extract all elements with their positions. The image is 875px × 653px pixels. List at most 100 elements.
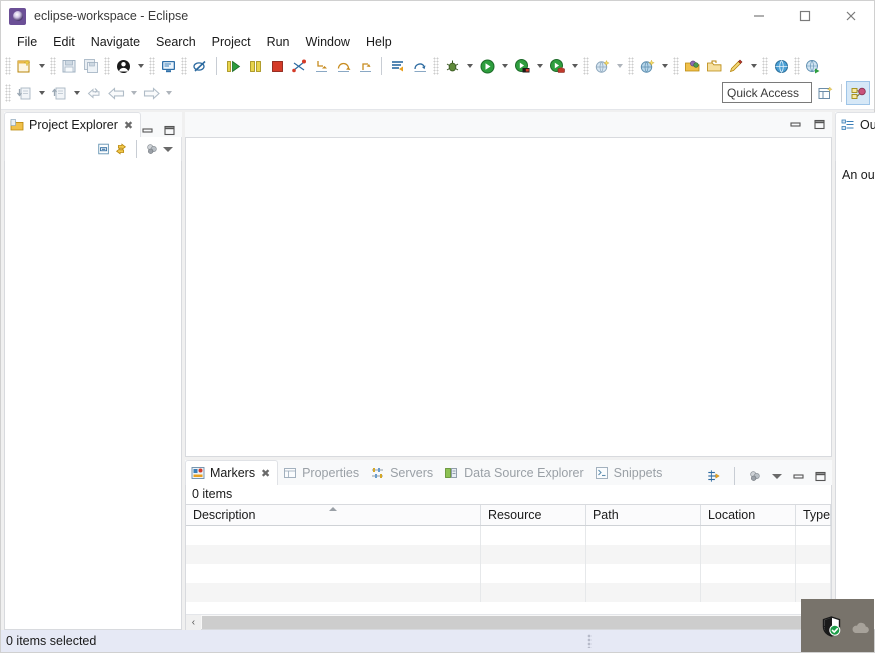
new-wizard-icon[interactable] (13, 55, 35, 77)
toolbar-grip-7[interactable] (583, 57, 589, 75)
skip-breakpoints-icon[interactable] (189, 55, 211, 77)
scrollbar-thumb[interactable] (201, 615, 831, 629)
editor-maximize-icon[interactable] (812, 118, 826, 132)
toolbar-grip-9[interactable] (673, 57, 679, 75)
toolbar-grip-11[interactable] (794, 57, 800, 75)
view-menu-icon[interactable] (162, 143, 175, 156)
toggle-annotation-icon[interactable] (725, 55, 747, 77)
minimize-icon[interactable] (791, 469, 805, 483)
new-dynamic-web-dropdown-arrow[interactable] (658, 55, 671, 77)
menu-file[interactable]: File (9, 33, 45, 51)
project-explorer-tree[interactable] (4, 161, 182, 630)
menu-navigate[interactable]: Navigate (83, 33, 148, 51)
forward-dropdown-arrow[interactable] (162, 82, 175, 104)
table-row[interactable] (185, 545, 832, 564)
toolbar-grip[interactable] (5, 57, 11, 75)
menu-search[interactable]: Search (148, 33, 204, 51)
tab-outline[interactable]: Ou... ✖ (835, 112, 875, 137)
column-header-path[interactable]: Path (586, 505, 701, 525)
maximize-icon[interactable] (163, 123, 177, 137)
close-icon[interactable]: ✖ (123, 120, 134, 132)
toolbar-grip-6[interactable] (433, 57, 439, 75)
open-console-icon[interactable] (157, 55, 179, 77)
menu-project[interactable]: Project (204, 33, 259, 51)
annotation-dropdown-arrow[interactable] (747, 55, 760, 77)
table-row[interactable] (186, 526, 832, 545)
step-over-icon[interactable] (332, 55, 354, 77)
maximize-window-button[interactable] (782, 1, 828, 31)
quick-access-input[interactable]: Quick Access (722, 82, 812, 103)
editor-canvas[interactable] (184, 137, 833, 457)
minimize-icon[interactable] (141, 123, 155, 137)
suspend-icon[interactable] (244, 55, 266, 77)
back-dropdown-arrow[interactable] (127, 82, 140, 104)
group-by-icon[interactable] (707, 469, 721, 483)
debug-icon[interactable] (441, 55, 463, 77)
step-into-icon[interactable] (310, 55, 332, 77)
profile-icon[interactable] (546, 55, 568, 77)
filters-icon[interactable] (145, 142, 159, 156)
markers-horizontal-scrollbar[interactable]: ‹ (185, 614, 832, 630)
collapse-all-icon[interactable] (97, 142, 111, 156)
new-web-dropdown-arrow[interactable] (613, 55, 626, 77)
filters-icon[interactable] (748, 469, 762, 483)
maximize-icon[interactable] (813, 469, 827, 483)
run-on-server-icon[interactable] (511, 55, 533, 77)
link-editor-icon[interactable] (114, 142, 128, 156)
open-perspective-button[interactable] (813, 81, 837, 105)
status-bar-grip[interactable] (587, 634, 592, 648)
terminate-icon[interactable] (266, 55, 288, 77)
close-icon[interactable]: ✖ (260, 468, 271, 480)
new-dropdown-arrow[interactable] (35, 55, 48, 77)
resume-icon[interactable] (222, 55, 244, 77)
scroll-left-icon[interactable]: ‹ (185, 614, 201, 630)
open-web-browser-icon[interactable] (770, 55, 792, 77)
column-header-type[interactable]: Type (796, 505, 832, 525)
menu-help[interactable]: Help (358, 33, 400, 51)
open-task-icon[interactable] (703, 55, 725, 77)
toolbar-grip-8[interactable] (628, 57, 634, 75)
debug-dropdown-arrow[interactable] (463, 55, 476, 77)
disconnect-icon[interactable] (288, 55, 310, 77)
markers-table-rows[interactable] (185, 526, 832, 614)
tab-project-explorer[interactable]: Project Explorer ✖ (4, 112, 141, 137)
toolbar-grip-4[interactable] (149, 57, 155, 75)
column-header-description[interactable]: Description (186, 505, 481, 525)
toggle-step-filters-icon[interactable] (409, 55, 431, 77)
tab-snippets[interactable]: Snippets (590, 460, 669, 485)
record-dropdown-arrow[interactable] (134, 55, 147, 77)
minimize-window-button[interactable] (736, 1, 782, 31)
export-dropdown-arrow[interactable] (70, 82, 83, 104)
column-header-location[interactable]: Location (701, 505, 796, 525)
cloud-icon[interactable] (851, 622, 870, 635)
outline-content[interactable]: An outline is not available. (835, 161, 875, 630)
toolbar-grip-5[interactable] (181, 57, 187, 75)
java-ee-perspective-button[interactable] (846, 81, 870, 105)
column-header-resource[interactable]: Resource (481, 505, 586, 525)
menu-edit[interactable]: Edit (45, 33, 83, 51)
toolbar-grip-2[interactable] (50, 57, 56, 75)
view-menu-icon[interactable] (770, 470, 783, 483)
import-dropdown-arrow[interactable] (35, 82, 48, 104)
record-macro-icon[interactable] (112, 55, 134, 77)
tab-markers[interactable]: Markers ✖ (184, 460, 279, 485)
table-row[interactable] (186, 564, 832, 583)
tab-servers[interactable]: Servers (365, 460, 439, 485)
run-dropdown-arrow[interactable] (498, 55, 511, 77)
tab-properties[interactable]: Properties (278, 460, 365, 485)
toolbar-grip-10[interactable] (762, 57, 768, 75)
toolbar-grip-row2[interactable] (5, 84, 11, 102)
run-on-server-dropdown-arrow[interactable] (533, 55, 546, 77)
menu-run[interactable]: Run (259, 33, 298, 51)
security-shield-icon[interactable] (822, 616, 841, 637)
new-dynamic-web-project-icon[interactable] (636, 55, 658, 77)
run-icon[interactable] (476, 55, 498, 77)
run-last-tool-icon[interactable] (802, 55, 824, 77)
open-type-icon[interactable] (681, 55, 703, 77)
use-step-filters-icon[interactable] (387, 55, 409, 77)
tab-data-source-explorer[interactable]: Data Source Explorer (439, 460, 590, 485)
close-window-button[interactable] (828, 1, 874, 31)
menu-window[interactable]: Window (298, 33, 358, 51)
profile-dropdown-arrow[interactable] (568, 55, 581, 77)
table-row[interactable] (185, 583, 832, 602)
